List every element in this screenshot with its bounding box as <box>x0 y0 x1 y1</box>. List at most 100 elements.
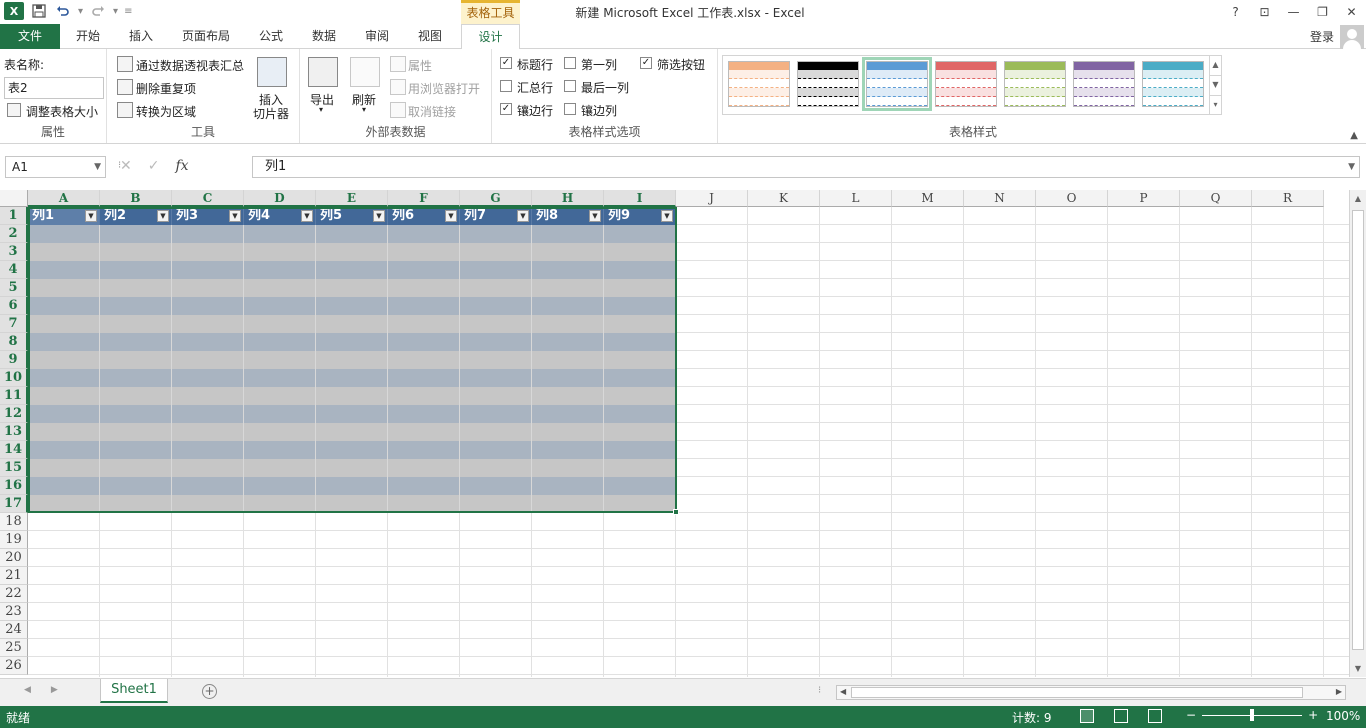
table-cell[interactable] <box>604 441 676 459</box>
zoom-in-icon[interactable]: + <box>1308 708 1318 722</box>
table-cell[interactable] <box>388 261 460 279</box>
filter-dropdown-icon[interactable]: ▼ <box>301 210 313 222</box>
gallery-down-icon[interactable]: ▼ <box>1210 76 1221 96</box>
table-cell[interactable] <box>532 369 604 387</box>
table-header-cell[interactable]: 列2 ▼ <box>100 207 172 225</box>
vertical-scrollbar[interactable]: ▲ ▼ <box>1349 190 1366 677</box>
column-header[interactable]: P <box>1108 190 1180 207</box>
table-cell[interactable] <box>28 315 100 333</box>
redo-icon[interactable] <box>89 2 107 20</box>
help-icon[interactable]: ? <box>1221 0 1250 24</box>
table-cell[interactable] <box>172 297 244 315</box>
filter-dropdown-icon[interactable]: ▼ <box>157 210 169 222</box>
filter-dropdown-icon[interactable]: ▼ <box>661 210 673 222</box>
table-cell[interactable] <box>604 423 676 441</box>
column-header[interactable]: M <box>892 190 964 207</box>
customize-qat-icon[interactable]: ≡ <box>124 6 132 17</box>
table-cell[interactable] <box>532 225 604 243</box>
redo-dropdown-icon[interactable]: ▾ <box>113 6 118 17</box>
table-cell[interactable] <box>100 459 172 477</box>
expand-formula-icon[interactable]: ▼ <box>1348 157 1355 177</box>
table-cell[interactable] <box>604 405 676 423</box>
table-cell[interactable] <box>604 459 676 477</box>
table-cell[interactable] <box>244 261 316 279</box>
table-cell[interactable] <box>172 423 244 441</box>
table-cell[interactable] <box>28 261 100 279</box>
table-cell[interactable] <box>28 243 100 261</box>
table-cell[interactable] <box>244 297 316 315</box>
undo-icon[interactable] <box>54 2 72 20</box>
table-cell[interactable] <box>460 279 532 297</box>
row-header[interactable]: 11 <box>0 387 28 405</box>
sign-in-link[interactable]: 登录 <box>1310 28 1334 45</box>
table-header-cell[interactable]: 列7 ▼ <box>460 207 532 225</box>
table-style-swatch[interactable] <box>1073 61 1135 107</box>
table-cell[interactable] <box>100 261 172 279</box>
table-cell[interactable] <box>388 387 460 405</box>
formula-input[interactable]: 列1 ▼ <box>252 156 1360 178</box>
table-cell[interactable] <box>604 351 676 369</box>
table-cell[interactable] <box>532 495 604 513</box>
tab-design[interactable]: 设计 <box>461 24 520 50</box>
table-cell[interactable] <box>172 369 244 387</box>
table-cell[interactable] <box>460 477 532 495</box>
gallery-more-icon[interactable]: ▾ <box>1210 96 1221 116</box>
table-cell[interactable] <box>388 351 460 369</box>
column-header[interactable]: J <box>676 190 748 207</box>
table-cell[interactable] <box>604 369 676 387</box>
table-cell[interactable] <box>460 243 532 261</box>
filter-dropdown-icon[interactable]: ▼ <box>445 210 457 222</box>
column-header[interactable]: A <box>28 190 100 207</box>
table-cell[interactable] <box>316 351 388 369</box>
table-cell[interactable] <box>316 369 388 387</box>
scroll-left-icon[interactable]: ◀ <box>840 687 846 696</box>
table-cell[interactable] <box>244 279 316 297</box>
table-cell[interactable] <box>172 351 244 369</box>
table-cell[interactable] <box>460 369 532 387</box>
table-cell[interactable] <box>316 333 388 351</box>
column-header[interactable]: Q <box>1180 190 1252 207</box>
table-cell[interactable] <box>460 459 532 477</box>
tab-insert[interactable]: 插入 <box>117 24 165 49</box>
table-cell[interactable] <box>604 387 676 405</box>
table-style-swatch[interactable] <box>1004 61 1066 107</box>
table-header-cell[interactable]: 列4 ▼ <box>244 207 316 225</box>
minimize-icon[interactable]: — <box>1279 0 1308 24</box>
table-cell[interactable] <box>604 315 676 333</box>
column-header[interactable]: I <box>604 190 676 207</box>
table-cell[interactable] <box>28 441 100 459</box>
table-cell[interactable] <box>244 333 316 351</box>
column-header[interactable]: L <box>820 190 892 207</box>
save-icon[interactable] <box>30 2 48 20</box>
table-cell[interactable] <box>172 315 244 333</box>
table-cell[interactable] <box>28 225 100 243</box>
table-cell[interactable] <box>388 405 460 423</box>
filter-dropdown-icon[interactable]: ▼ <box>373 210 385 222</box>
row-header[interactable]: 10 <box>0 369 28 387</box>
table-cell[interactable] <box>388 459 460 477</box>
row-header[interactable]: 1 <box>0 207 28 225</box>
column-header[interactable]: K <box>748 190 820 207</box>
table-cell[interactable] <box>100 405 172 423</box>
table-style-swatch[interactable] <box>935 61 997 107</box>
row-header[interactable]: 18 <box>0 513 28 531</box>
table-cell[interactable] <box>100 243 172 261</box>
table-cell[interactable] <box>316 297 388 315</box>
table-cell[interactable] <box>532 243 604 261</box>
table-cell[interactable] <box>316 495 388 513</box>
external-properties-button[interactable]: 属性 <box>408 57 432 74</box>
table-cell[interactable] <box>532 279 604 297</box>
table-cell[interactable] <box>244 405 316 423</box>
table-cell[interactable] <box>172 459 244 477</box>
table-style-swatch[interactable] <box>797 61 859 107</box>
unlink-button[interactable]: 取消链接 <box>408 103 456 120</box>
prev-sheet-icon[interactable]: ◀ <box>24 685 31 695</box>
table-cell[interactable] <box>172 243 244 261</box>
table-cell[interactable] <box>244 423 316 441</box>
restore-icon[interactable]: ❐ <box>1308 0 1337 24</box>
page-break-view-icon[interactable] <box>1148 709 1162 723</box>
table-cell[interactable] <box>532 441 604 459</box>
filter-dropdown-icon[interactable]: ▼ <box>517 210 529 222</box>
table-header-cell[interactable]: 列5 ▼ <box>316 207 388 225</box>
table-cell[interactable] <box>388 333 460 351</box>
